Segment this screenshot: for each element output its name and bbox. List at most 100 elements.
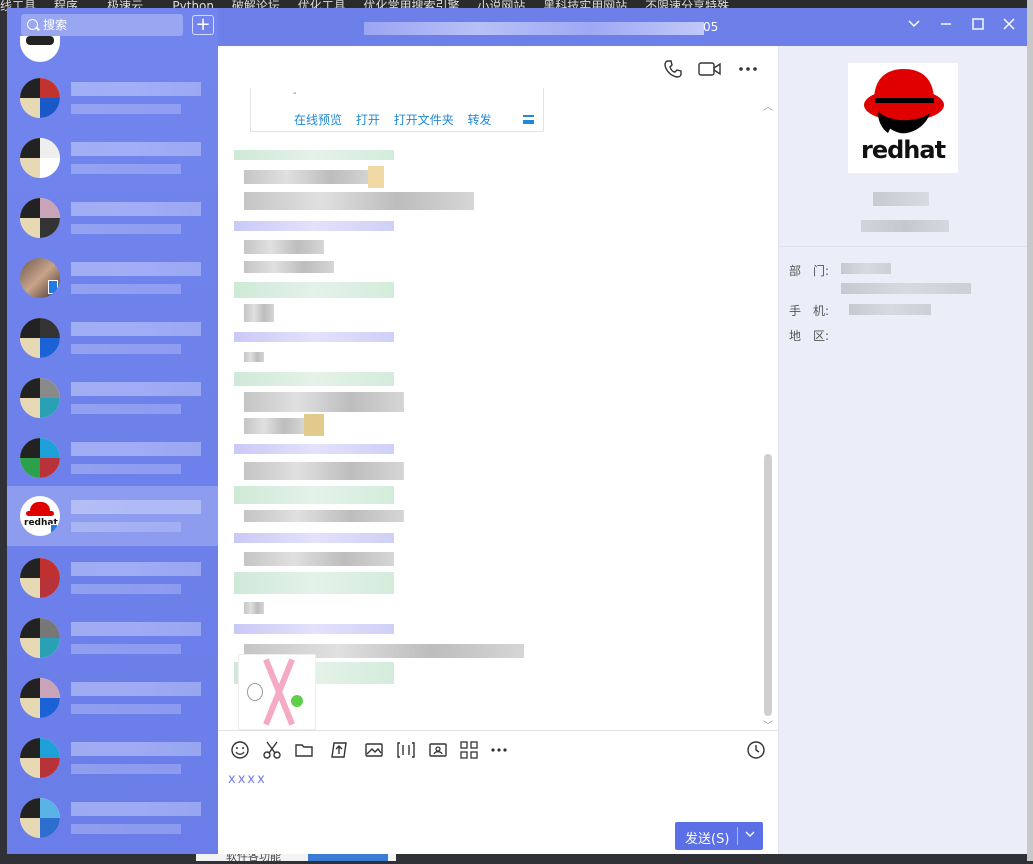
profile-avatar: redhat bbox=[848, 63, 958, 173]
list-item[interactable] bbox=[7, 14, 218, 62]
send-button[interactable]: 发送(S) bbox=[675, 822, 763, 850]
region-label: 地 区: bbox=[789, 329, 830, 343]
list-item[interactable] bbox=[7, 608, 218, 668]
avatar bbox=[20, 78, 60, 118]
contact-preview bbox=[71, 764, 181, 774]
message-text bbox=[244, 462, 404, 480]
contact-name bbox=[71, 442, 201, 456]
forward-link[interactable]: 转发 bbox=[468, 113, 492, 127]
contact-name bbox=[71, 500, 201, 514]
list-item[interactable] bbox=[7, 308, 218, 368]
avatar bbox=[20, 738, 60, 778]
list-item[interactable] bbox=[7, 788, 218, 848]
contact-preview bbox=[71, 344, 181, 354]
contact-name bbox=[71, 202, 201, 216]
message-sender bbox=[234, 444, 394, 454]
contact-name bbox=[71, 802, 201, 816]
apps-grid-icon[interactable] bbox=[459, 740, 479, 760]
minimize-icon[interactable] bbox=[937, 17, 955, 35]
message-text bbox=[244, 510, 404, 522]
message-text bbox=[244, 261, 334, 273]
contact-preview bbox=[71, 644, 181, 654]
scroll-up-icon[interactable]: ︿ bbox=[763, 98, 773, 113]
contact-name bbox=[71, 142, 201, 156]
input-divider bbox=[218, 730, 778, 731]
history-clock-icon[interactable] bbox=[746, 740, 766, 760]
message-emoji bbox=[368, 166, 384, 188]
profile-name bbox=[873, 192, 929, 206]
message-input[interactable]: xxxx bbox=[228, 772, 267, 787]
contact-sidebar: 搜索 + redhat bbox=[7, 8, 218, 854]
avatar bbox=[20, 198, 60, 238]
list-item-selected[interactable]: redhat bbox=[7, 486, 218, 546]
contact-card-icon[interactable] bbox=[428, 740, 448, 760]
message-text bbox=[244, 418, 304, 434]
contact-preview bbox=[71, 522, 181, 532]
chat-pane: - 在线预览 打开 打开文件夹 转发 ︿ ﹀ xxxx 发送(S) bbox=[218, 46, 778, 854]
emoji-icon[interactable] bbox=[230, 740, 250, 760]
message-text bbox=[244, 392, 404, 412]
list-item[interactable] bbox=[7, 728, 218, 788]
message-text bbox=[244, 192, 474, 210]
message-text bbox=[244, 170, 374, 184]
maximize-icon[interactable] bbox=[969, 17, 987, 35]
message-sender bbox=[234, 221, 394, 231]
folder-icon[interactable] bbox=[294, 740, 314, 760]
contact-name bbox=[71, 742, 201, 756]
message-text bbox=[244, 602, 264, 614]
message-sender bbox=[234, 332, 394, 342]
chat-scrollbar[interactable] bbox=[764, 454, 772, 716]
video-call-icon[interactable] bbox=[698, 59, 721, 79]
close-icon[interactable] bbox=[1000, 17, 1018, 35]
sticker-image[interactable] bbox=[238, 654, 316, 730]
list-item[interactable] bbox=[7, 68, 218, 128]
list-item[interactable] bbox=[7, 128, 218, 188]
screenshot-icon[interactable] bbox=[396, 740, 416, 760]
department-label: 部 门: bbox=[789, 264, 830, 278]
upload-file-icon[interactable] bbox=[329, 740, 349, 760]
open-file-link[interactable]: 打开 bbox=[356, 113, 380, 127]
contact-name bbox=[71, 322, 201, 336]
message-sender bbox=[234, 486, 394, 504]
mobile-label: 手 机: bbox=[789, 304, 830, 318]
more-tools-icon[interactable] bbox=[489, 740, 509, 760]
contact-preview bbox=[71, 704, 181, 714]
redhat-shadowman-icon bbox=[864, 69, 944, 134]
image-icon[interactable] bbox=[364, 740, 384, 760]
contact-name bbox=[71, 82, 201, 96]
list-item[interactable] bbox=[7, 248, 218, 308]
send-options-chevron-icon[interactable] bbox=[744, 828, 756, 843]
preview-online-link[interactable]: 在线预览 bbox=[294, 113, 342, 127]
message-sender bbox=[234, 282, 394, 298]
avatar: redhat bbox=[20, 496, 60, 536]
list-item[interactable] bbox=[7, 368, 218, 428]
message-sender bbox=[234, 624, 394, 634]
info-divider bbox=[779, 246, 1027, 247]
menu-icon[interactable] bbox=[523, 115, 534, 124]
message-sender bbox=[234, 533, 394, 543]
department-value bbox=[841, 263, 891, 274]
contact-name bbox=[71, 262, 201, 276]
chevron-down-icon[interactable] bbox=[905, 17, 923, 35]
avatar bbox=[20, 678, 60, 718]
phone-icon[interactable] bbox=[663, 59, 685, 79]
open-folder-link[interactable]: 打开文件夹 bbox=[394, 113, 454, 127]
conversation-title bbox=[364, 22, 704, 35]
avatar bbox=[20, 618, 60, 658]
list-item[interactable] bbox=[7, 428, 218, 488]
more-icon[interactable] bbox=[737, 59, 759, 79]
avatar bbox=[20, 36, 60, 62]
list-item[interactable] bbox=[7, 668, 218, 728]
contact-preview bbox=[71, 104, 181, 114]
logo-text: redhat bbox=[861, 136, 946, 164]
title-bar: 05 bbox=[218, 8, 1027, 46]
file-actions: 在线预览 打开 打开文件夹 转发 bbox=[294, 111, 502, 128]
contact-preview bbox=[71, 224, 181, 234]
list-item[interactable] bbox=[7, 188, 218, 248]
file-progress-mark: - bbox=[293, 88, 297, 99]
message-emoji bbox=[304, 414, 324, 436]
scissors-icon[interactable] bbox=[262, 740, 282, 760]
avatar bbox=[20, 258, 60, 298]
contact-name bbox=[71, 622, 201, 636]
list-item[interactable] bbox=[7, 548, 218, 608]
